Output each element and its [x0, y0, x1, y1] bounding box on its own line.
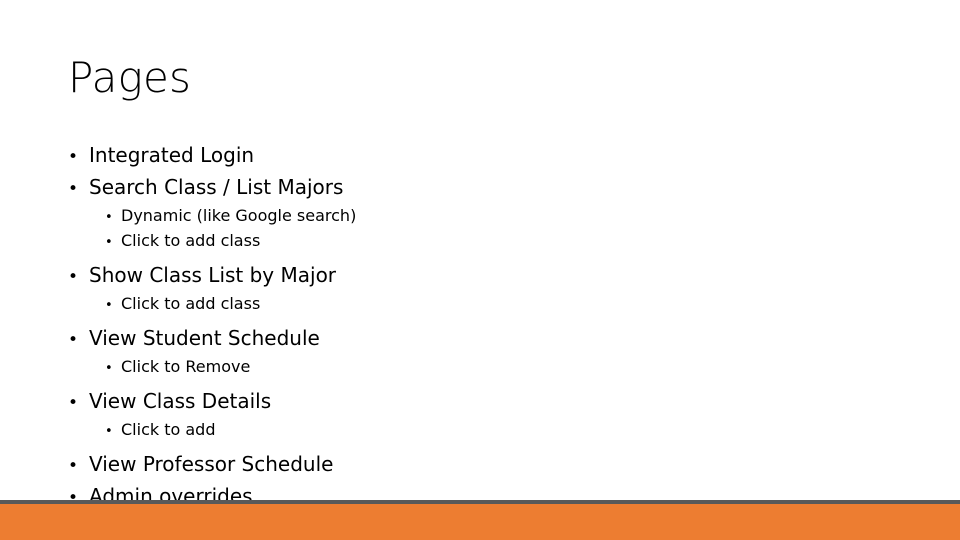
- bullet-item-label: View Class Details: [89, 389, 272, 413]
- bullet-item-level-2: • Click to add class: [105, 229, 588, 254]
- bullet-item-level-1: • View Class Details: [68, 386, 588, 418]
- bullet-point-icon: •: [68, 147, 79, 167]
- bullet-point-icon: •: [68, 267, 79, 287]
- presentation-slide: Pages • Integrated Login • Search Class / L…: [0, 0, 960, 540]
- bullet-item-label: Click to add: [121, 420, 216, 439]
- bullet-point-icon: •: [68, 456, 79, 476]
- bullet-point-icon: •: [68, 393, 79, 413]
- slide-bullet-list: • Integrated Login • Search Class / List Ma…: [68, 140, 588, 513]
- bullet-item-level-2: • Click to Remove: [105, 355, 588, 380]
- bullet-item-level-1: • View Professor Schedule: [68, 449, 588, 481]
- bullet-item-level-1: • View Student Schedule: [68, 323, 588, 355]
- bullet-item-level-1: • Integrated Login: [68, 140, 588, 172]
- footer-accent-band: [0, 504, 960, 540]
- bullet-item-level-2: • Dynamic (like Google search): [105, 204, 588, 229]
- bullet-item-label: Click to Remove: [121, 357, 251, 376]
- bullet-point-icon: •: [105, 298, 113, 313]
- bullet-point-icon: •: [105, 424, 113, 439]
- bullet-item-level-2: • Click to add: [105, 418, 588, 443]
- bullet-item-label: Search Class / List Majors: [89, 175, 344, 199]
- bullet-point-icon: •: [105, 210, 113, 225]
- bullet-item-label: Integrated Login: [89, 143, 255, 167]
- bullet-item-level-1: • Show Class List by Major: [68, 260, 588, 292]
- bullet-item-label: Click to add class: [121, 231, 261, 250]
- bullet-item-label: View Student Schedule: [89, 326, 320, 350]
- bullet-point-icon: •: [105, 361, 113, 376]
- bullet-item-label: Dynamic (like Google search): [121, 206, 357, 225]
- page-title: Pages: [68, 53, 192, 102]
- bullet-item-label: Show Class List by Major: [89, 263, 337, 287]
- bullet-item-level-1: • Search Class / List Majors: [68, 172, 588, 204]
- bullet-point-icon: •: [68, 330, 79, 350]
- bullet-point-icon: •: [105, 235, 113, 250]
- bullet-point-icon: •: [68, 179, 79, 199]
- bullet-item-label: Click to add class: [121, 294, 261, 313]
- bullet-item-label: View Professor Schedule: [89, 452, 334, 476]
- bullet-item-level-2: • Click to add class: [105, 292, 588, 317]
